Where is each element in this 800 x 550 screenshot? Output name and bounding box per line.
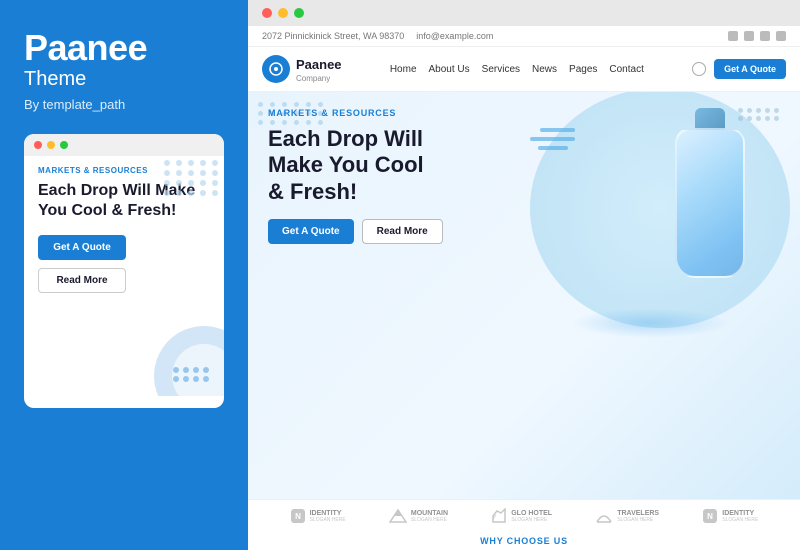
hero-section: MARKETS & RESOURCES Each Drop Will Make … bbox=[248, 92, 800, 499]
hero-heading: Each Drop Will Make You Cool & Fresh! bbox=[268, 126, 443, 205]
brand-logo-glo-hotel: ✓ GLO HOTEL SLOGAN HERE bbox=[491, 508, 552, 524]
logo-icon bbox=[262, 55, 290, 83]
linkedin-icon[interactable] bbox=[760, 31, 770, 41]
logo-text-group: Paanee Company bbox=[296, 56, 342, 83]
brand-icon-1: N bbox=[290, 508, 306, 524]
instagram-icon[interactable] bbox=[744, 31, 754, 41]
nav-pages[interactable]: Pages bbox=[569, 64, 597, 75]
mountain-icon bbox=[389, 508, 407, 524]
topbar-right bbox=[728, 31, 786, 41]
left-panel: Paanee Theme By template_path MARKETS & … bbox=[0, 0, 248, 550]
topbar-email: info@example.com bbox=[416, 31, 493, 41]
mini-browser-card: MARKETS & RESOURCES Each Drop Will Make … bbox=[24, 134, 224, 408]
brand-title: Paanee bbox=[24, 28, 224, 68]
brand-text-mountain: MOUNTAIN SLOGAN HERE bbox=[411, 510, 448, 523]
mini-content: MARKETS & RESOURCES Each Drop Will Make … bbox=[24, 156, 224, 396]
brand-logo-travelers: TRAVELERS SLOGAN HERE bbox=[595, 508, 659, 524]
nav-cta-button[interactable]: Get A Quote bbox=[714, 59, 786, 79]
nav-actions: Get A Quote bbox=[692, 59, 786, 79]
why-label: WHY CHOOSE US bbox=[268, 536, 780, 546]
water-splash bbox=[560, 288, 740, 338]
brand-logo-mountain: MOUNTAIN SLOGAN HERE bbox=[389, 508, 448, 524]
travelers-icon bbox=[595, 508, 613, 524]
mini-read-more-button[interactable]: Read More bbox=[38, 268, 126, 293]
nav-about[interactable]: About Us bbox=[429, 64, 470, 75]
mini-get-quote-button[interactable]: Get A Quote bbox=[38, 235, 126, 260]
brand-text-2: IDENTITY SLOGAN HERE bbox=[722, 510, 758, 523]
brand-text-1: IDENTITY SLOGAN HERE bbox=[310, 510, 346, 523]
right-panel: 2072 Pinnickinick Street, WA 98370 info@… bbox=[248, 0, 800, 550]
logo-svg bbox=[269, 62, 283, 76]
hero-markets-label: MARKETS & RESOURCES bbox=[268, 108, 443, 118]
nav-services[interactable]: Services bbox=[482, 64, 520, 75]
water-bottle bbox=[650, 108, 770, 288]
browser-content: 2072 Pinnickinick Street, WA 98370 info@… bbox=[248, 26, 800, 550]
hero-dots-topright bbox=[738, 108, 780, 121]
nav-logo-name: Paanee bbox=[296, 57, 342, 72]
site-nav: Paanee Company Home About Us Services Ne… bbox=[248, 47, 800, 92]
hero-get-quote-button[interactable]: Get A Quote bbox=[268, 219, 354, 244]
hero-text: MARKETS & RESOURCES Each Drop Will Make … bbox=[268, 108, 443, 254]
mini-circle-decoration bbox=[154, 326, 224, 396]
bottle-cap bbox=[695, 108, 725, 130]
nav-home[interactable]: Home bbox=[390, 64, 417, 75]
svg-text:✓: ✓ bbox=[492, 515, 497, 521]
mini-dots-bottom bbox=[173, 367, 210, 382]
twitter-icon[interactable] bbox=[776, 31, 786, 41]
search-icon[interactable] bbox=[692, 62, 706, 76]
svg-text:N: N bbox=[707, 512, 713, 521]
bottle-body bbox=[675, 128, 745, 278]
nav-logo-company: Company bbox=[296, 74, 342, 83]
mini-decorative-dots bbox=[164, 160, 220, 196]
topbar-left: 2072 Pinnickinick Street, WA 98370 info@… bbox=[262, 31, 493, 41]
why-section: WHY CHOOSE US bbox=[248, 532, 800, 550]
hero-image-area bbox=[510, 98, 790, 318]
brand-subtitle: Theme bbox=[24, 68, 224, 91]
site-topbar: 2072 Pinnickinick Street, WA 98370 info@… bbox=[248, 26, 800, 47]
nav-links: Home About Us Services News Pages Contac… bbox=[390, 64, 644, 75]
wave-lines bbox=[530, 128, 575, 150]
brand-by: By template_path bbox=[24, 97, 224, 112]
nav-contact[interactable]: Contact bbox=[609, 64, 643, 75]
browser-dot-red bbox=[262, 8, 272, 18]
brand-text-glo: GLO HOTEL SLOGAN HERE bbox=[511, 510, 552, 523]
brand-logo-identity1: N IDENTITY SLOGAN HERE bbox=[290, 508, 346, 524]
hero-read-more-button[interactable]: Read More bbox=[362, 219, 443, 244]
mini-browser-bar bbox=[24, 134, 224, 156]
hero-heading-line2: Make You Cool bbox=[268, 152, 424, 177]
browser-chrome bbox=[248, 0, 800, 26]
glo-hotel-icon: ✓ bbox=[491, 508, 507, 524]
topbar-address: 2072 Pinnickinick Street, WA 98370 bbox=[262, 31, 404, 41]
brand-text-travelers: TRAVELERS SLOGAN HERE bbox=[617, 510, 659, 523]
dot-green bbox=[60, 141, 68, 149]
svg-text:N: N bbox=[295, 512, 301, 521]
brands-row: N IDENTITY SLOGAN HERE MOUNTAIN SLOGAN H… bbox=[248, 499, 800, 532]
browser-dot-yellow bbox=[278, 8, 288, 18]
hero-buttons: Get A Quote Read More bbox=[268, 219, 443, 244]
brand-icon-5: N bbox=[702, 508, 718, 524]
hero-heading-line1: Each Drop Will bbox=[268, 126, 423, 151]
facebook-icon[interactable] bbox=[728, 31, 738, 41]
hero-main: MARKETS & RESOURCES Each Drop Will Make … bbox=[268, 108, 780, 499]
browser-dot-green bbox=[294, 8, 304, 18]
dot-red bbox=[34, 141, 42, 149]
dot-yellow bbox=[47, 141, 55, 149]
nav-news[interactable]: News bbox=[532, 64, 557, 75]
hero-heading-line3: & Fresh! bbox=[268, 179, 357, 204]
nav-logo: Paanee Company bbox=[262, 55, 342, 83]
brand-logo-identity2: N IDENTITY SLOGAN HERE bbox=[702, 508, 758, 524]
